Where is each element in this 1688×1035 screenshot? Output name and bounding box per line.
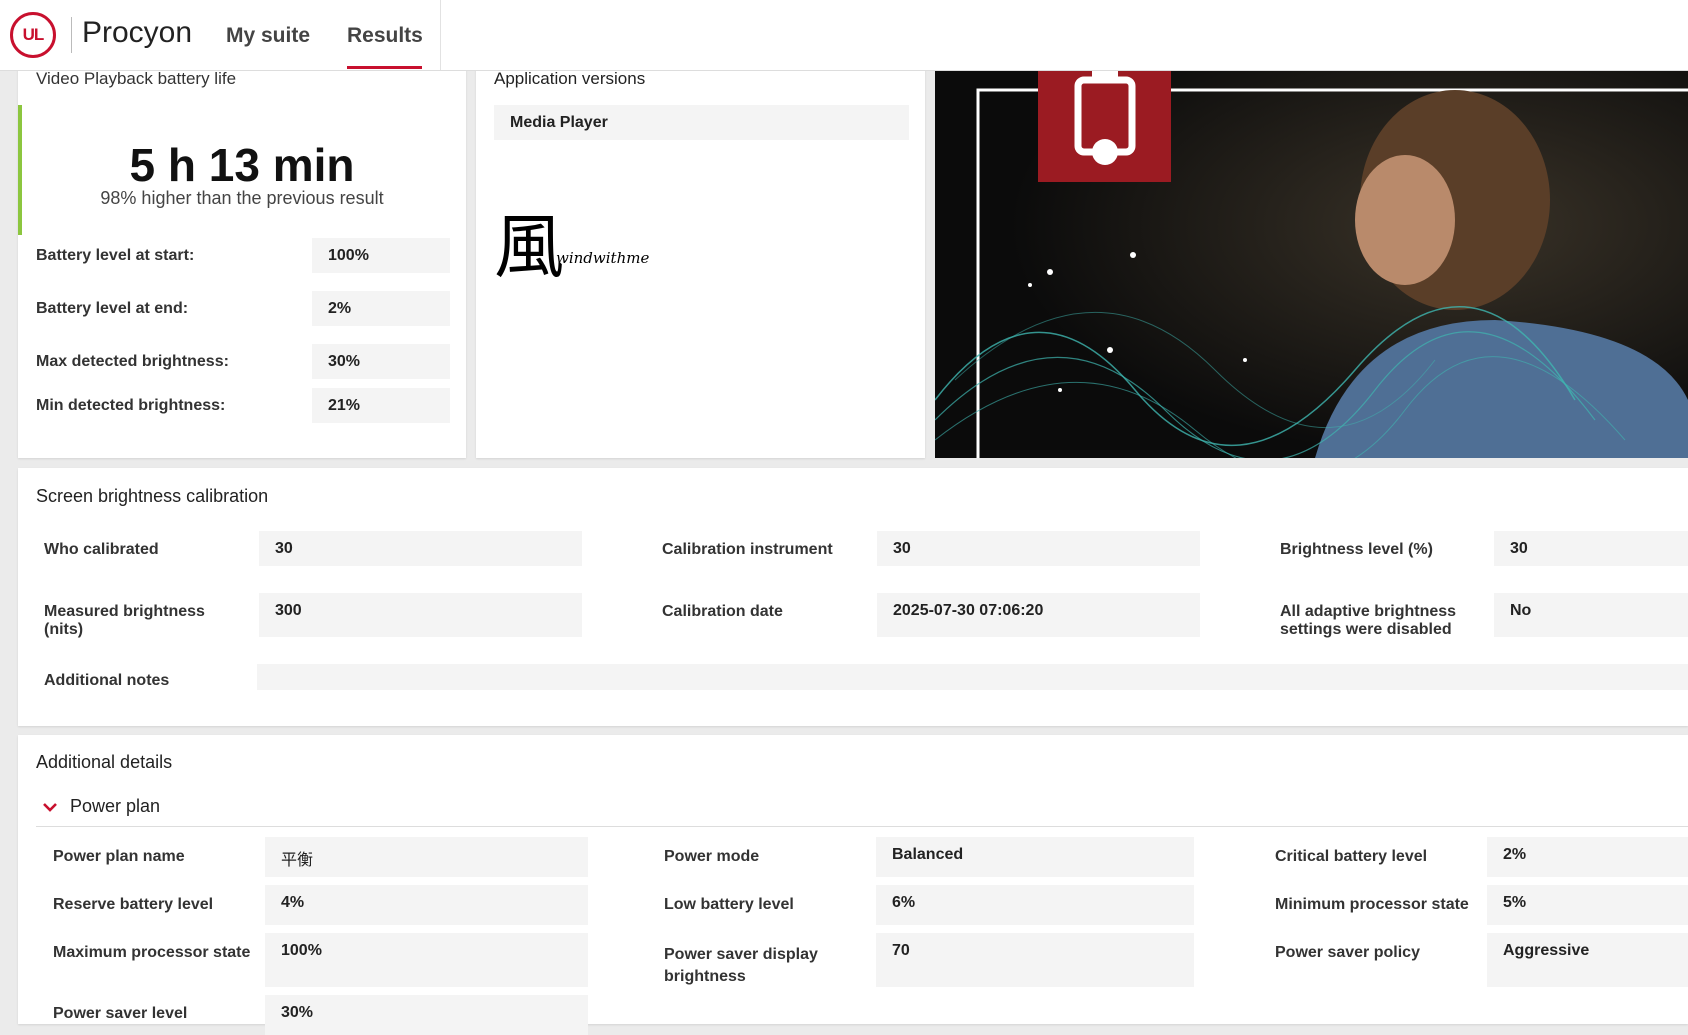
nav-results[interactable]: Results	[347, 24, 423, 48]
logo-divider	[71, 17, 72, 53]
max-brightness-value: 30%	[312, 344, 450, 379]
brand-name: Procyon	[82, 16, 193, 49]
who-calibrated-label: Who calibrated	[44, 541, 159, 558]
score-comparison: 98% higher than the previous result	[100, 188, 384, 208]
min-processor-value: 5%	[1487, 885, 1688, 925]
measured-brightness-value: 300	[259, 593, 582, 637]
top-bar: UL Procyon My suite Results	[0, 0, 1688, 71]
measured-brightness-label: Measured brightness (nits)	[44, 603, 205, 638]
signature-glyph: 風	[494, 206, 564, 288]
calibration-instrument-value: 30	[877, 531, 1200, 566]
brightness-level-label: Brightness level (%)	[1280, 541, 1433, 558]
critical-battery-label: Critical battery level	[1275, 848, 1428, 865]
calibration-card: Screen brightness calibration Who calibr…	[18, 468, 1688, 726]
app-versions-card: Application versions Media Player 風 wind…	[476, 60, 925, 458]
saver-display-brightness-label: Power saver display brightness	[664, 946, 818, 985]
nav-my-suite[interactable]: My suite	[226, 24, 310, 48]
battery-life-card: Video Playback battery life 5 h 13 min 9…	[18, 60, 466, 458]
battery-card-title: Video Playback battery life	[36, 69, 237, 88]
saver-policy-label: Power saver policy	[1275, 944, 1420, 961]
low-battery-label: Low battery level	[664, 896, 794, 913]
additional-details-card: Additional details Power plan Power plan…	[18, 735, 1688, 1035]
additional-notes-label: Additional notes	[44, 672, 170, 689]
hero-illustration	[935, 70, 1688, 458]
logo-text: UL	[22, 25, 45, 44]
battery-end-label: Battery level at end:	[36, 300, 189, 317]
saver-level-label: Power saver level	[53, 1005, 188, 1022]
saver-display-brightness-value: 70	[876, 933, 1194, 987]
topbar-divider	[440, 0, 441, 70]
max-processor-value: 100%	[265, 933, 588, 987]
min-brightness-label: Min detected brightness:	[36, 397, 226, 414]
power-mode-value: Balanced	[876, 837, 1194, 877]
signature-text: windwithme	[556, 249, 650, 267]
power-plan-name-value: 平衡	[265, 837, 588, 877]
power-plan-name-label: Power plan name	[53, 848, 185, 865]
section-divider	[36, 826, 1688, 827]
chevron-down-icon	[43, 802, 57, 812]
low-battery-value: 6%	[876, 885, 1194, 925]
app-versions-title: Application versions	[494, 69, 646, 88]
saver-policy-value: Aggressive	[1487, 933, 1688, 987]
calibration-instrument-label: Calibration instrument	[662, 541, 833, 558]
power-plan-toggle[interactable]: Power plan	[42, 796, 160, 817]
adaptive-brightness-value: No	[1494, 593, 1688, 637]
battery-start-value: 100%	[312, 238, 450, 273]
reserve-battery-value: 4%	[265, 885, 588, 925]
additional-details-title: Additional details	[36, 752, 173, 772]
saver-level-value: 30%	[265, 995, 588, 1035]
power-mode-label: Power mode	[664, 848, 760, 865]
max-brightness-label: Max detected brightness:	[36, 353, 229, 370]
who-calibrated-value: 30	[259, 531, 582, 566]
battery-life-score: 5 h 13 min	[129, 139, 355, 191]
nav-active-indicator	[347, 66, 422, 69]
max-processor-label: Maximum processor state	[53, 944, 251, 961]
battery-end-value: 2%	[312, 291, 450, 326]
calibration-title: Screen brightness calibration	[36, 486, 269, 506]
min-processor-label: Minimum processor state	[1275, 896, 1469, 913]
critical-battery-value: 2%	[1487, 837, 1688, 877]
ul-logo[interactable]: UL	[10, 12, 56, 58]
additional-notes-value	[257, 664, 1688, 690]
calibration-date-label: Calibration date	[662, 603, 783, 620]
signature-watermark: 風 windwithme	[494, 207, 654, 297]
min-brightness-value: 21%	[312, 388, 450, 423]
adaptive-brightness-label: All adaptive brightness settings were di…	[1280, 603, 1457, 638]
hero-image	[935, 70, 1688, 458]
reserve-battery-label: Reserve battery level	[53, 896, 214, 913]
battery-start-label: Battery level at start:	[36, 247, 195, 264]
power-plan-section-title: Power plan	[70, 796, 161, 816]
app-version-item: Media Player	[494, 105, 909, 140]
brightness-level-value: 30	[1494, 531, 1688, 566]
calibration-date-value: 2025-07-30 07:06:20	[877, 593, 1200, 637]
